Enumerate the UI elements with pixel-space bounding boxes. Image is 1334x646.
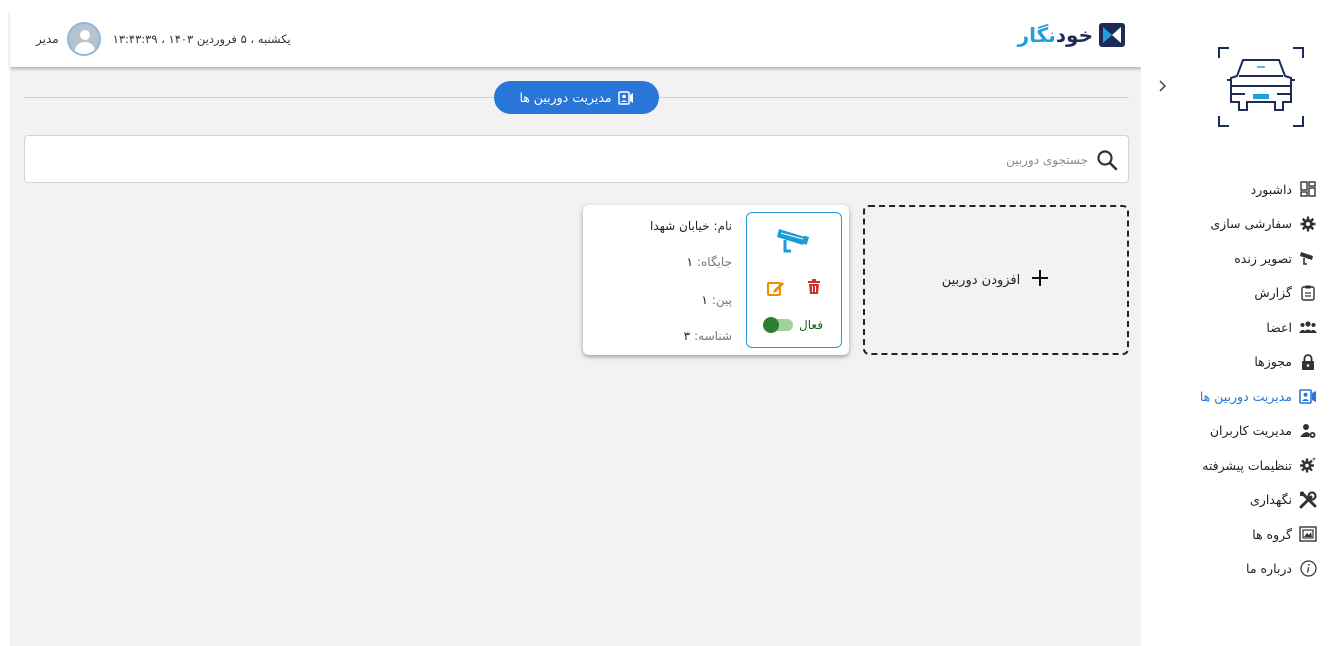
camera-slot-value: ۱	[686, 255, 693, 269]
app-logo: خودنگار	[1018, 22, 1125, 48]
sidebar-item-report[interactable]: گزارش	[1200, 276, 1318, 311]
sidebar-item-permissions[interactable]: مجوزها	[1200, 345, 1318, 380]
camera-id-value: ۳	[683, 329, 691, 343]
dashboard-icon	[1298, 179, 1318, 199]
search-icon[interactable]	[1096, 149, 1118, 175]
sidebar-item-maintenance[interactable]: نگهداری	[1200, 483, 1318, 518]
current-datetime: یکشنبه ، ۵ فروردین ۱۴۰۳ ، ۱۳:۴۳:۳۹	[112, 32, 291, 46]
sidebar-item-label: نگهداری	[1250, 492, 1292, 508]
clipboard-icon	[1298, 283, 1318, 303]
info-icon	[1298, 559, 1318, 579]
logo-mark-icon	[1099, 22, 1125, 48]
active-toggle-row: فعال	[747, 313, 841, 337]
cctv-icon	[1298, 248, 1318, 268]
car-logo-icon	[1215, 44, 1307, 134]
sidebar-item-dashboard[interactable]: داشبورد	[1200, 172, 1318, 207]
top-bar: مدیر یکشنبه ، ۵ فروردین ۱۴۰۳ ، ۱۳:۴۳:۳۹ …	[10, 10, 1141, 67]
logo-text: خودنگار	[1018, 23, 1093, 47]
avatar[interactable]	[66, 22, 101, 56]
sidebar-item-label: سفارشی سازی	[1210, 216, 1292, 232]
add-camera-button[interactable]: افزودن دوربین	[863, 205, 1129, 355]
camera-pin-field: پین:۱	[701, 293, 732, 307]
sidebar-item-live-view[interactable]: تصویر زنده	[1200, 241, 1318, 276]
logo-text-part2: نگار	[1017, 23, 1056, 47]
sidebar-item-advanced-settings[interactable]: تنظیمات پیشرفته	[1200, 448, 1318, 483]
camera-pin-label: پین:	[711, 293, 732, 307]
sidebar-item-label: گروه ها	[1252, 526, 1292, 542]
tools-icon	[1298, 490, 1318, 510]
gear-icon	[1298, 214, 1318, 234]
camera-name-value: خیابان شهدا	[649, 219, 710, 233]
active-label: فعال	[799, 318, 823, 332]
sidebar-item-groups[interactable]: گروه ها	[1200, 517, 1318, 552]
sidebar-item-label: اعضا	[1266, 319, 1292, 335]
chevron-right-icon[interactable]	[1158, 78, 1168, 97]
camera-pin-value: ۱	[701, 293, 708, 307]
lock-icon	[1298, 352, 1318, 372]
sidebar: داشبورد سفارشی سازی تصویر زنده گزارش اعض…	[1141, 0, 1334, 646]
user-cog-icon	[1298, 421, 1318, 441]
group-icon	[1298, 317, 1318, 337]
main-panel: مدیر یکشنبه ، ۵ فروردین ۱۴۰۳ ، ۱۳:۴۳:۳۹ …	[10, 10, 1141, 646]
camera-card: فعال نام:خیابان شهدا جایگاه:۱ پین:۱ شناس…	[583, 205, 849, 355]
camera-account-icon	[1298, 386, 1318, 406]
logo-text-part1: خود	[1055, 23, 1093, 47]
camera-name-label: نام:	[713, 219, 732, 233]
image-frame-icon	[1298, 524, 1318, 544]
sidebar-item-label: مدیریت کاربران	[1209, 423, 1292, 439]
user-info: مدیر یکشنبه ، ۵ فروردین ۱۴۰۳ ، ۱۳:۴۳:۳۹	[36, 22, 291, 56]
sidebar-item-label: مجوزها	[1254, 354, 1292, 370]
sidebar-item-label: تصویر زنده	[1234, 250, 1292, 266]
plus-icon	[1030, 268, 1050, 292]
camera-card-actions: فعال	[746, 212, 842, 348]
search-bar	[24, 135, 1129, 183]
sidebar-item-camera-management[interactable]: مدیریت دوربین ها	[1200, 379, 1318, 414]
camera-id-field: شناسه:۳	[684, 329, 732, 343]
sidebar-item-label: درباره ما	[1246, 561, 1292, 577]
camera-id-label: شناسه:	[694, 329, 732, 343]
sidebar-item-about[interactable]: درباره ما	[1200, 552, 1318, 587]
advanced-gear-icon	[1298, 455, 1318, 475]
cctv-camera-icon	[775, 225, 815, 259]
camera-account-icon	[617, 90, 633, 105]
edit-icon[interactable]	[767, 279, 785, 301]
user-name: مدیر	[36, 32, 59, 46]
page-title-text: مدیریت دوربین ها	[519, 90, 612, 105]
camera-slot-label: جایگاه:	[696, 255, 732, 269]
sidebar-item-label: تنظیمات پیشرفته	[1202, 457, 1292, 473]
sidebar-item-customization[interactable]: سفارشی سازی	[1200, 207, 1318, 242]
add-camera-label: افزودن دوربین	[941, 272, 1021, 288]
search-input[interactable]	[48, 148, 1088, 172]
camera-name-field: نام:خیابان شهدا	[650, 219, 732, 233]
sidebar-item-members[interactable]: اعضا	[1200, 310, 1318, 345]
active-toggle[interactable]	[763, 317, 794, 333]
sidebar-item-user-management[interactable]: مدیریت کاربران	[1200, 414, 1318, 449]
delete-icon[interactable]	[807, 279, 821, 299]
sidebar-item-label: مدیریت دوربین ها	[1199, 388, 1292, 404]
page-title: مدیریت دوربین ها	[494, 81, 659, 114]
sidebar-item-label: داشبورد	[1250, 181, 1292, 197]
sidebar-item-label: گزارش	[1254, 285, 1292, 301]
sidebar-nav: داشبورد سفارشی سازی تصویر زنده گزارش اعض…	[1200, 172, 1318, 586]
camera-slot-field: جایگاه:۱	[687, 255, 732, 269]
